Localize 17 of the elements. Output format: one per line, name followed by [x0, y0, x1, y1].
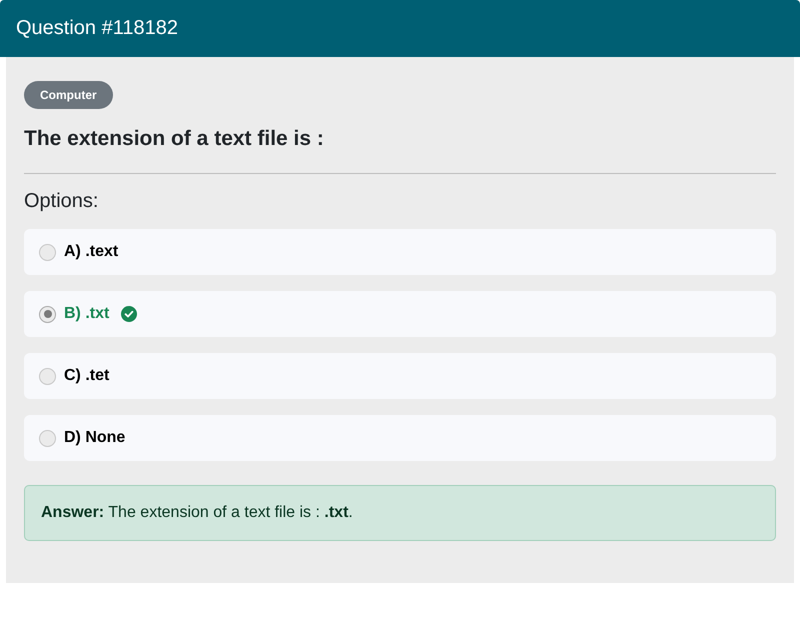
category-tag: Computer: [24, 81, 113, 109]
option-item[interactable]: C) .tet: [24, 353, 776, 399]
option-label: B) .txt: [64, 305, 110, 323]
option-label: C) .tet: [64, 367, 110, 385]
option-label: A) .text: [64, 243, 118, 261]
radio-button[interactable]: [39, 306, 56, 322]
option-label: D) None: [64, 429, 126, 447]
options-heading: Options:: [24, 190, 100, 213]
option-item[interactable]: A) .text: [24, 229, 776, 275]
option-item[interactable]: D) None: [24, 415, 776, 461]
radio-button[interactable]: [39, 430, 56, 446]
option-item[interactable]: B) .txt: [24, 291, 776, 337]
answer-text: Answer: The extension of a text file is : .txt.: [41, 504, 353, 521]
radio-button[interactable]: [39, 244, 56, 260]
question-title: Question #118182: [16, 17, 178, 40]
question-text: The extension of a text file is :: [24, 127, 325, 151]
radio-button[interactable]: [39, 368, 56, 384]
